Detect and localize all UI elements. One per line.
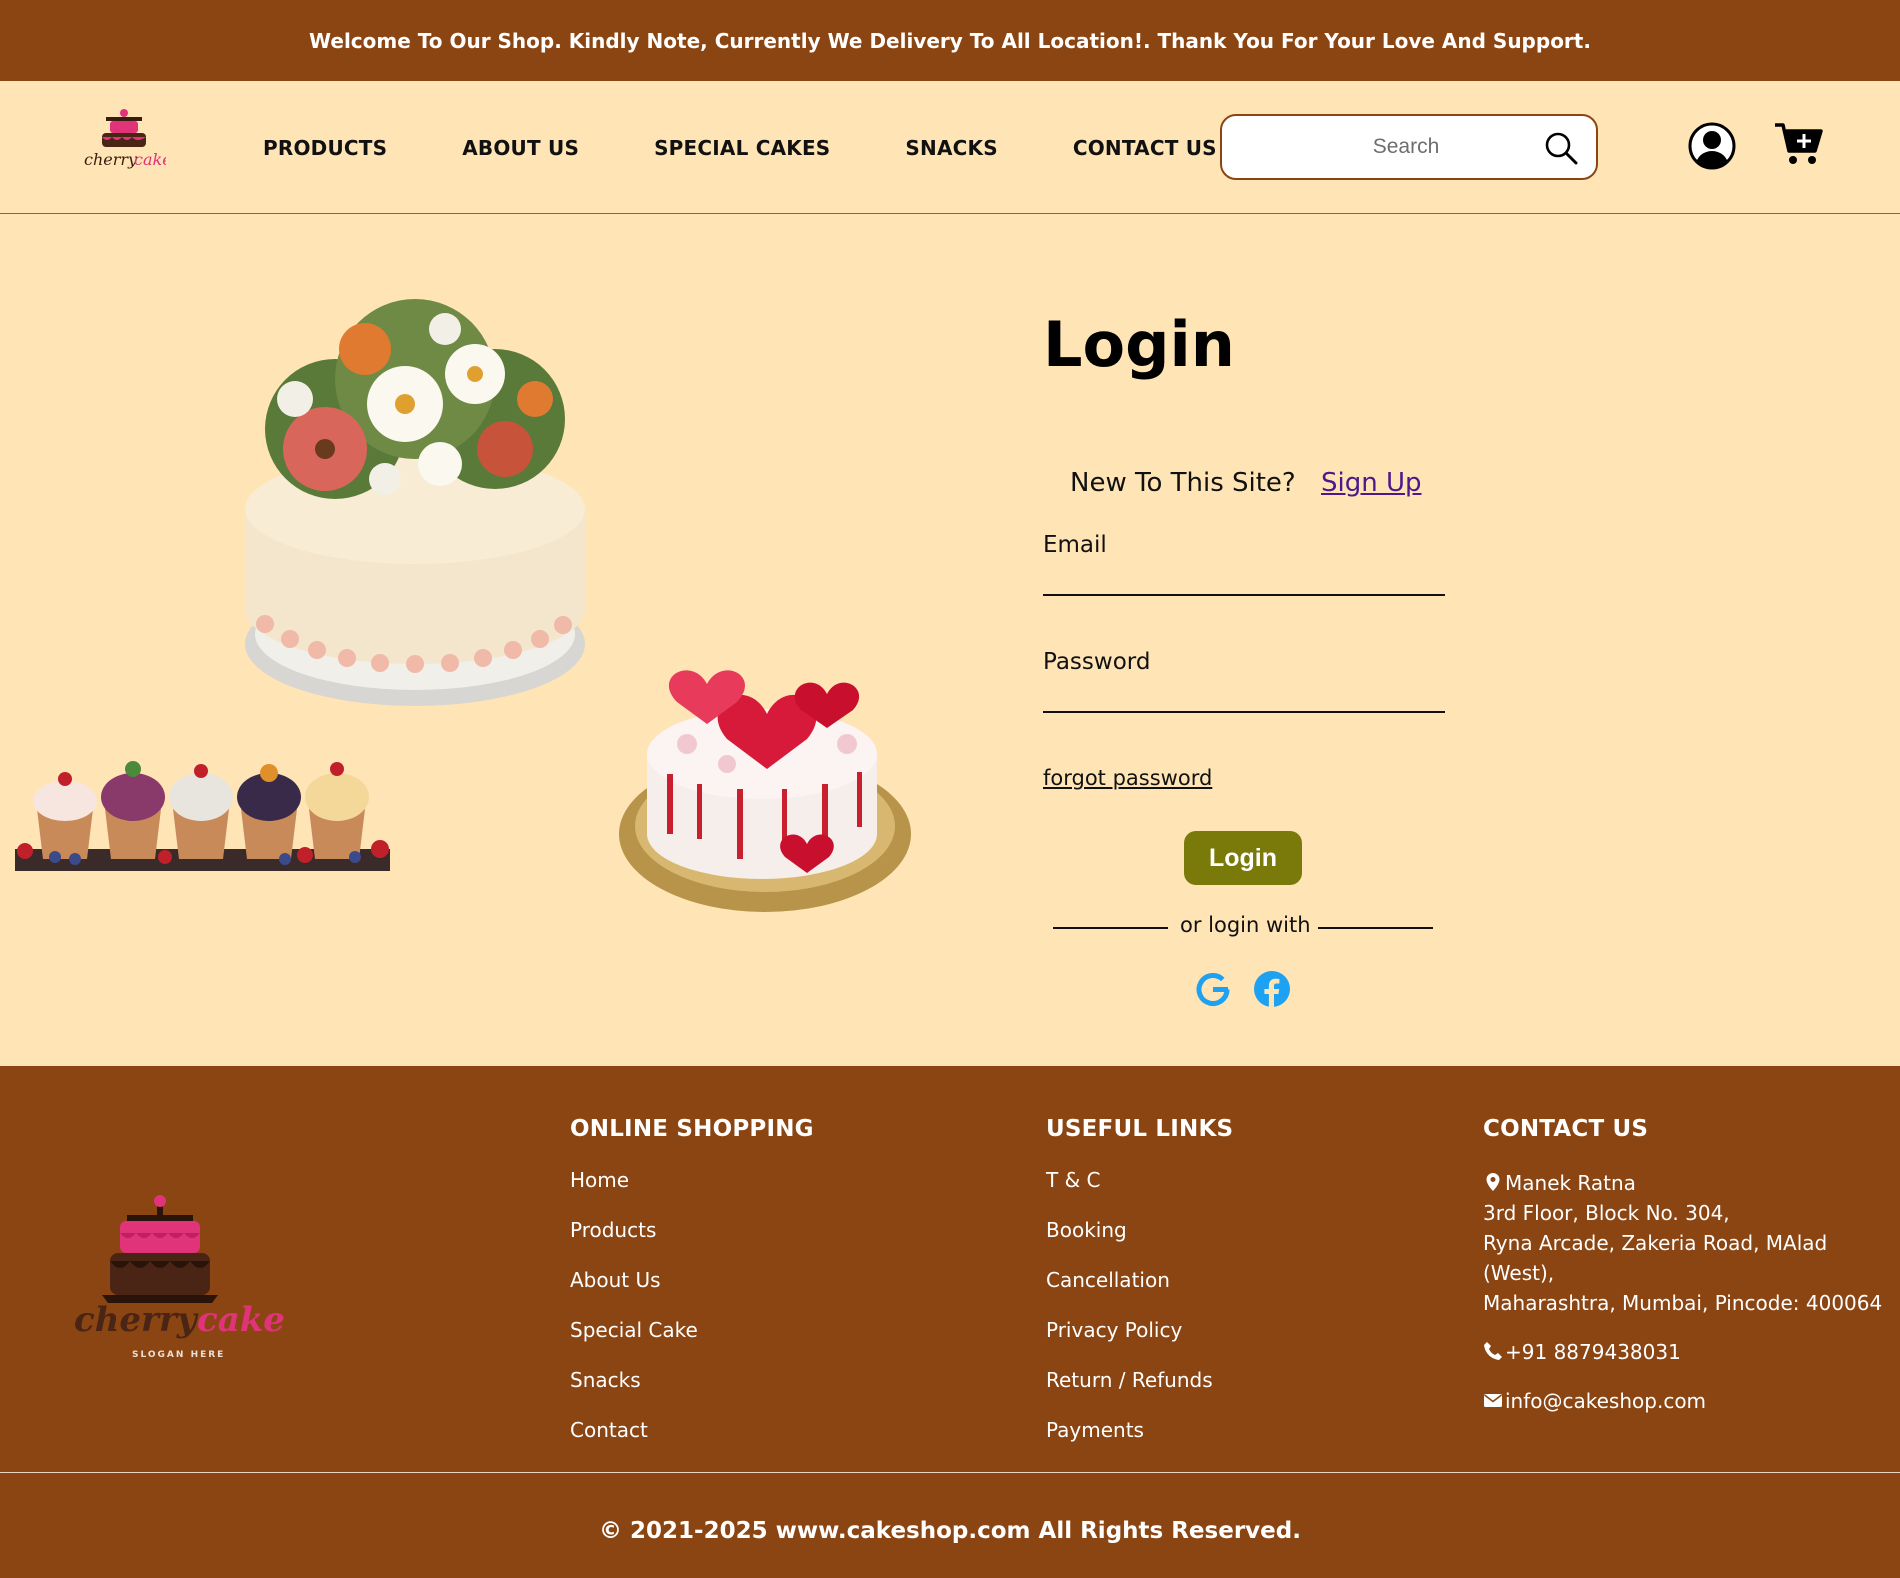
divider-left: [1053, 927, 1168, 929]
address-line-2: 3rd Floor, Block No. 304,: [1483, 1201, 1730, 1225]
footer-link-terms[interactable]: T & C: [1046, 1168, 1233, 1194]
footer-link-about-us[interactable]: About Us: [570, 1268, 814, 1294]
contact-column: CONTACT US Manek Ratna 3rd Floor, Block …: [1483, 1116, 1900, 1435]
new-to-site-text: New To This Site?: [1070, 468, 1296, 498]
email-address: info@cakeshop.com: [1505, 1389, 1707, 1413]
online-shopping-column: ONLINE SHOPPING Home Products About Us S…: [570, 1116, 814, 1468]
email-underline: [1043, 594, 1445, 596]
copyright-text: © 2021-2025 www.cakeshop.com All Rights …: [599, 1518, 1301, 1544]
search-icon[interactable]: [1544, 131, 1578, 165]
footer-link-home[interactable]: Home: [570, 1168, 814, 1194]
nav-special-cakes[interactable]: SPECIAL CAKES: [654, 136, 830, 160]
svg-text:cherry: cherry: [74, 1300, 199, 1340]
login-title: Login: [1043, 308, 1235, 381]
phone-icon: [1484, 1342, 1502, 1360]
flower-cake-image: [245, 299, 585, 706]
forgot-password-link[interactable]: forgot password: [1043, 766, 1212, 790]
hero-images: [0, 214, 960, 1064]
contact-title: CONTACT US: [1483, 1116, 1649, 1142]
footer-link-snacks[interactable]: Snacks: [570, 1368, 814, 1394]
svg-text:cherry: cherry: [84, 150, 138, 169]
useful-links-column: USEFUL LINKS T & C Booking Cancellation …: [1046, 1116, 1233, 1468]
heart-cake-image: [619, 670, 911, 912]
nav-contact-us[interactable]: CONTACT US: [1073, 136, 1217, 160]
footer-divider: [0, 1472, 1900, 1473]
announcement-text: Welcome To Our Shop. Kindly Note, Curren…: [309, 28, 1591, 53]
address-line-4: Maharashtra, Mumbai, Pincode: 400064: [1483, 1291, 1883, 1315]
google-icon[interactable]: [1194, 970, 1232, 1008]
cart-add-icon[interactable]: [1773, 119, 1823, 169]
facebook-icon[interactable]: [1253, 970, 1291, 1008]
address-line-1: Manek Ratna: [1505, 1171, 1636, 1195]
phone-number: +91 8879438031: [1505, 1340, 1681, 1364]
site-logo[interactable]: cherry cake: [82, 103, 172, 183]
site-header: cherry cake PRODUCTS ABOUT US SPECIAL CA…: [0, 81, 1900, 214]
nav-snacks[interactable]: SNACKS: [905, 136, 997, 160]
online-shopping-title: ONLINE SHOPPING: [570, 1116, 814, 1142]
login-button[interactable]: Login: [1184, 831, 1302, 885]
main-nav: PRODUCTS ABOUT US SPECIAL CAKES SNACKS C…: [263, 81, 1292, 214]
footer-logo[interactable]: cherry cake SLOGAN HERE: [72, 1191, 287, 1375]
map-marker-icon: [1486, 1173, 1500, 1191]
contact-address: Manek Ratna 3rd Floor, Block No. 304, Ry…: [1483, 1168, 1900, 1318]
search-input[interactable]: [1256, 135, 1556, 159]
divider-right: [1318, 927, 1433, 929]
nav-about-us[interactable]: ABOUT US: [462, 136, 579, 160]
nav-products[interactable]: PRODUCTS: [263, 136, 387, 160]
footer-link-payments[interactable]: Payments: [1046, 1418, 1233, 1444]
contact-email[interactable]: info@cakeshop.com: [1483, 1386, 1900, 1416]
footer-link-cancellation[interactable]: Cancellation: [1046, 1268, 1233, 1294]
site-footer: cherry cake SLOGAN HERE ONLINE SHOPPING …: [0, 1066, 1900, 1578]
announcement-bar: Welcome To Our Shop. Kindly Note, Curren…: [0, 0, 1900, 81]
footer-link-privacy-policy[interactable]: Privacy Policy: [1046, 1318, 1233, 1344]
cupcakes-image: [15, 761, 390, 871]
password-underline: [1043, 711, 1445, 713]
address-line-3: Ryna Arcade, Zakeria Road, MAlad (West),: [1483, 1231, 1828, 1285]
sign-up-link[interactable]: Sign Up: [1321, 468, 1422, 498]
footer-link-contact[interactable]: Contact: [570, 1418, 814, 1444]
user-account-icon[interactable]: [1687, 121, 1737, 171]
svg-text:cake: cake: [134, 150, 166, 169]
footer-link-special-cake[interactable]: Special Cake: [570, 1318, 814, 1344]
useful-links-title: USEFUL LINKS: [1046, 1116, 1234, 1142]
or-login-with-text: or login with: [1180, 913, 1311, 937]
password-field[interactable]: [1043, 675, 1445, 709]
footer-link-refunds[interactable]: Return / Refunds: [1046, 1368, 1233, 1394]
footer-slogan: SLOGAN HERE: [132, 1350, 225, 1360]
password-label: Password: [1043, 649, 1151, 675]
footer-link-products[interactable]: Products: [570, 1218, 814, 1244]
footer-link-booking[interactable]: Booking: [1046, 1218, 1233, 1244]
email-label: Email: [1043, 532, 1107, 558]
envelope-icon: [1484, 1394, 1502, 1407]
contact-phone[interactable]: +91 8879438031: [1483, 1337, 1900, 1367]
svg-text:cake: cake: [197, 1300, 285, 1340]
search-box: [1220, 114, 1598, 180]
email-field[interactable]: [1043, 558, 1445, 592]
